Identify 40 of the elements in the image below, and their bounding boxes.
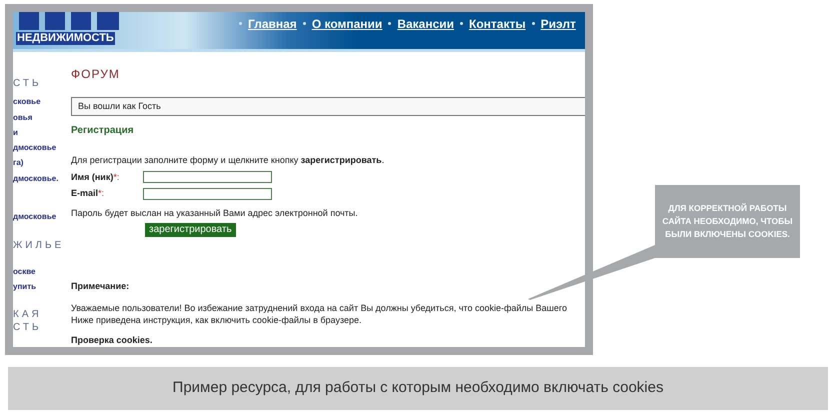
note-text: Уважаемые пользователи! Во избежание затруднений входа на сайт Вы должны убедиться, что cookie-файлы Вашего [71,302,568,314]
password-note: Пароль будет выслан на указанный Вами адрес электронной почты. [71,206,359,220]
section-title: Регистрация [71,124,135,138]
nav-link[interactable]: О компании [312,15,382,49]
sidebar-link[interactable]: дмосковье [13,212,70,222]
sidebar-link[interactable]: дмосковье. [13,174,70,184]
field-label: E-mail*: [71,187,106,200]
sidebar-heading: СТЬ [13,78,43,90]
logo-subtitle: НЕДВИЖИМОСТЬ [16,32,115,45]
sidebar-link[interactable]: дмосковье [13,143,70,153]
nav-link[interactable]: Главная [248,15,297,49]
instruction-text: Для регистрации заполните форму и щелкните кнопку зарегистрировать. [71,154,386,167]
callout-text: ДЛЯ КОРРЕКТНОЙ РАБОТЫ САЙТА НЕОБХОДИМО, ЧТОБЫ БЫЛИ ВКЛЮЧЕНЫ COOKIES. [661,202,794,241]
input-field[interactable] [143,188,272,200]
forum-title: ФОРУМ [71,66,121,83]
note-text: Ниже приведена инструкция, как включить cookie-файлы в браузере. [71,314,362,326]
sidebar-link[interactable]: га) [13,158,70,168]
register-button[interactable]: зарегистрировать [145,223,236,237]
bullet-icon [388,22,392,25]
bullet-icon [532,22,535,25]
nav-link[interactable]: Вакансии [397,15,454,49]
nav-link[interactable]: Риэлт [540,15,576,49]
bullet-icon [460,22,464,25]
caption-text: Пример ресурса, для работы с которым необходимо включать cookies [172,378,664,398]
sidebar-link[interactable]: упить [13,282,70,292]
bullet-icon [302,22,306,25]
sidebar-link[interactable]: оскве [13,267,70,277]
nav-link[interactable]: Контакты [469,15,526,49]
sidebar-heading: СТЬ [13,322,43,334]
cookies-check-title: Проверка cookies. [71,334,154,347]
bullet-icon [239,22,242,25]
sidebar-link[interactable]: сковье [13,97,70,107]
field-label: Имя (ник)*: [71,170,120,184]
input-field[interactable] [143,171,272,184]
sidebar-link[interactable]: и [13,128,70,138]
note-title: Примечание: [71,280,130,293]
sidebar-link[interactable]: овья [13,113,70,123]
login-status: Вы вошли как Гость [71,97,585,116]
sidebar-heading: ЖИЛЬЕ [13,240,66,252]
sidebar-heading: КАЯ [13,309,43,321]
